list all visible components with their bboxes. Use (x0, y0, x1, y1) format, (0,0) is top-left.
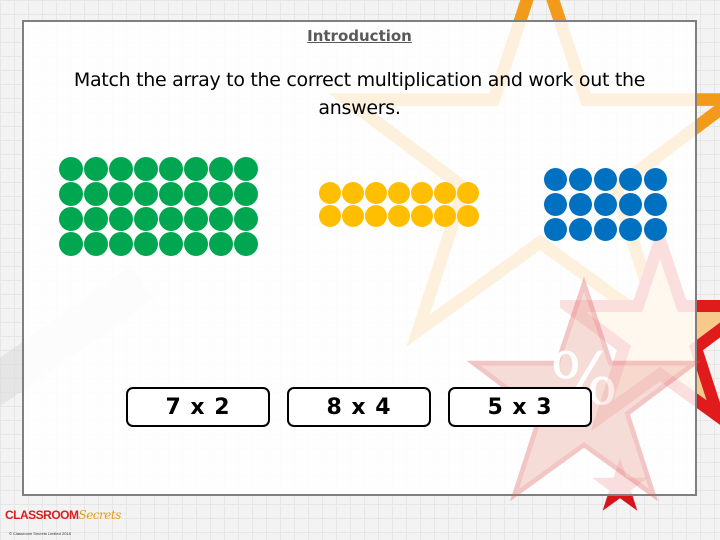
array-dot (234, 182, 258, 206)
array-dot (209, 182, 233, 206)
array-dot (619, 168, 642, 191)
array-dot (59, 232, 83, 256)
array-dot (365, 182, 387, 204)
array-dot (134, 232, 158, 256)
array-dot (411, 182, 433, 204)
array-dot (234, 207, 258, 231)
array-dot (209, 207, 233, 231)
array-dot (365, 205, 387, 227)
logo-text-secrets: Secrets (78, 508, 122, 522)
array-dot (234, 157, 258, 181)
array-dot (84, 232, 108, 256)
multiplication-card-7x2[interactable]: 7 x 2 (126, 387, 270, 427)
array-dot (594, 193, 617, 216)
array-dot (109, 157, 133, 181)
array-dot (234, 232, 258, 256)
array-dot (134, 207, 158, 231)
array-dot (619, 218, 642, 241)
array-dot (594, 168, 617, 191)
array-dot (159, 182, 183, 206)
green-array[interactable] (59, 157, 258, 256)
array-dot (619, 193, 642, 216)
yellow-array[interactable] (319, 182, 479, 227)
slide-frame: % Introduction Match the array to the co… (22, 20, 702, 502)
array-dot (159, 157, 183, 181)
array-dot (184, 232, 208, 256)
array-dot (134, 157, 158, 181)
array-dot (184, 182, 208, 206)
array-dot (209, 157, 233, 181)
array-dot (84, 207, 108, 231)
array-dot (569, 168, 592, 191)
array-dot (109, 232, 133, 256)
array-dot (184, 207, 208, 231)
array-dot (569, 193, 592, 216)
array-dot (342, 205, 364, 227)
array-dot (109, 182, 133, 206)
array-dot (388, 205, 410, 227)
array-dot (84, 157, 108, 181)
array-dot (457, 182, 479, 204)
array-dot (209, 232, 233, 256)
array-dot (411, 205, 433, 227)
array-dot (159, 232, 183, 256)
array-dot (434, 205, 456, 227)
array-dot (109, 207, 133, 231)
array-dot (594, 218, 617, 241)
array-dot (644, 218, 667, 241)
multiplication-card-8x4[interactable]: 8 x 4 (287, 387, 431, 427)
array-dot (342, 182, 364, 204)
instruction-text: Match the array to the correct multiplic… (73, 69, 646, 119)
array-dot (544, 193, 567, 216)
copyright-text: © Classroom Secrets Limited 2018 (9, 531, 71, 536)
array-dot (544, 218, 567, 241)
slide-heading: Introduction (307, 27, 412, 45)
array-dot (457, 205, 479, 227)
multiplication-card-5x3[interactable]: 5 x 3 (448, 387, 592, 427)
array-dot (134, 182, 158, 206)
array-dot (319, 205, 341, 227)
array-dot (434, 182, 456, 204)
array-dot (59, 157, 83, 181)
array-dot (319, 182, 341, 204)
array-dot (569, 218, 592, 241)
array-dot (184, 157, 208, 181)
blue-array[interactable] (544, 168, 667, 241)
array-dot (544, 168, 567, 191)
array-dot (59, 182, 83, 206)
array-dot (84, 182, 108, 206)
classroom-secrets-logo: CLASSROOMSecrets (5, 508, 121, 522)
array-dot (644, 168, 667, 191)
array-dot (644, 193, 667, 216)
array-dot (388, 182, 410, 204)
logo-text-classroom: CLASSROOM (5, 508, 79, 522)
array-dot (159, 207, 183, 231)
array-dot (59, 207, 83, 231)
